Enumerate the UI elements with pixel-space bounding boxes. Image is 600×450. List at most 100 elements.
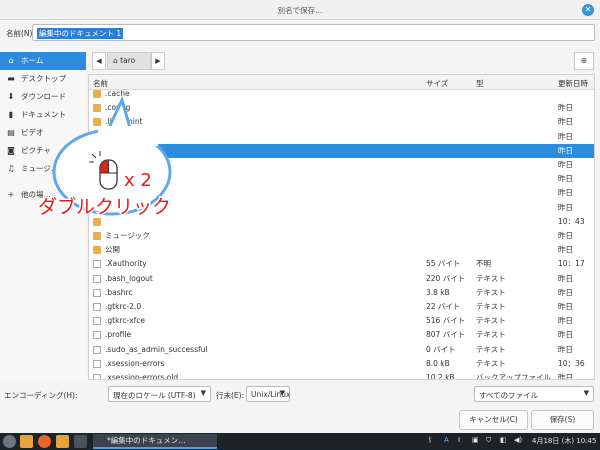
file-date: 昨日 <box>558 188 573 198</box>
chevron-right-icon: ▶ <box>155 57 161 65</box>
file-date: 昨日 <box>558 131 573 141</box>
sidebar-item-documents[interactable]: ▮ ドキュメント <box>0 106 86 124</box>
file-row[interactable]: 10：43 <box>89 215 594 229</box>
new-folder-icon: ⊕ <box>580 56 588 65</box>
file-row[interactable]: 昨日 <box>89 172 594 186</box>
file-row[interactable]: .xsession-errors.old 10.2 kB バックアップファイル 昨日 <box>89 371 594 380</box>
filename-input[interactable]: 編集中のドキュメント 1 <box>32 24 595 41</box>
file-date: 10：43 <box>558 216 585 226</box>
sidebar-item-label: ミュージ… <box>21 164 59 173</box>
text-icon[interactable]: Ⅰ <box>458 436 460 444</box>
sidebar-item-label: ドキュメント <box>21 110 66 119</box>
file-size: 22 バイト <box>426 302 461 311</box>
file-date: 10：17 <box>558 259 585 269</box>
file-row[interactable]: ミュージック 昨日 <box>89 229 594 243</box>
sidebar-item-label: デスクトップ <box>21 74 66 83</box>
sidebar-item-other-locations[interactable]: + 他の場… <box>0 186 86 204</box>
file-row[interactable]: .xsession-errors 8.0 kB テキスト 10：36 <box>89 357 594 371</box>
file-type: テキスト <box>476 273 506 283</box>
sidebar-item-pictures[interactable]: ◙ ピクチャ <box>0 142 86 160</box>
file-icon <box>93 331 101 340</box>
folder-icon <box>93 118 101 127</box>
file-date: 昨日 <box>558 145 573 155</box>
file-icon <box>93 303 101 311</box>
name-label: 名前(N): <box>6 29 35 38</box>
file-manager-icon[interactable] <box>20 435 33 448</box>
close-icon[interactable]: ✕ <box>582 4 594 16</box>
file-name: .xsession-errors <box>105 358 165 368</box>
sidebar-item-home[interactable]: ⌂ ホーム <box>0 52 86 70</box>
document-icon: ▮ <box>8 110 14 119</box>
file-row[interactable]: 昨日 <box>89 201 594 215</box>
file-row[interactable]: 昨日 <box>89 143 594 158</box>
taskbar-window-button[interactable]: *編集中のドキュメン… <box>93 434 217 449</box>
video-icon: ▤ <box>7 128 15 137</box>
file-size: 55 バイト <box>426 259 461 269</box>
clock[interactable]: 4月18日 (木) 10:45 <box>532 436 596 446</box>
folder-icon[interactable] <box>56 435 69 448</box>
file-row[interactable]: .Xauthority 55 バイト 不明 10：17 <box>89 257 594 271</box>
sidebar-item-downloads[interactable]: ⬇ ダウンロード <box>0 88 86 106</box>
breadcrumb-label: taro <box>120 56 136 65</box>
terminal-icon[interactable] <box>74 435 87 448</box>
file-date: 昨日 <box>558 330 573 340</box>
sidebar-item-label: ダウンロード <box>21 92 66 101</box>
line-ending-select[interactable]: Unix/Linux ▼ <box>246 386 291 402</box>
file-row[interactable]: 昨日 <box>89 186 594 200</box>
file-type: テキスト <box>476 316 506 326</box>
browser-icon[interactable] <box>38 435 51 448</box>
save-button[interactable]: 保存(S) <box>531 410 594 430</box>
file-icon <box>93 345 101 354</box>
file-row[interactable]: .gtkrc-2.0 22 バイト テキスト 昨日 <box>89 300 594 314</box>
file-type: 不明 <box>476 259 491 269</box>
file-row[interactable]: .sudo_as_admin_successful 0 バイト テキスト 昨日 <box>89 343 594 357</box>
file-icon <box>93 260 101 269</box>
sidebar-item-desktop[interactable]: ▬ デスクトップ <box>0 70 86 88</box>
file-filter-select[interactable]: すべてのファイル ▼ <box>474 386 594 402</box>
sidebar-item-videos[interactable]: ▤ ビデオ <box>0 124 86 142</box>
chevron-down-icon: ▼ <box>279 389 285 397</box>
new-folder-button[interactable]: ⊕ <box>574 52 594 70</box>
encoding-select[interactable]: 現在のロケール (UTF-8) ▼ <box>108 386 211 402</box>
home-icon: ⌂ <box>8 56 14 65</box>
file-row[interactable]: 公開 昨日 <box>89 243 594 257</box>
menu-icon[interactable] <box>3 435 16 448</box>
back-button[interactable]: ◀ <box>92 52 106 70</box>
file-name: .linuxmint <box>105 117 143 127</box>
file-size: 516 バイト <box>426 316 466 326</box>
dialog-titlebar: 別名で保存... ✕ <box>0 0 600 20</box>
forward-button[interactable]: ▶ <box>151 52 165 70</box>
file-row[interactable]: 昨日 <box>89 158 594 172</box>
sidebar-item-music[interactable]: ♫ ミュージ… <box>0 160 86 178</box>
taskbar: *編集中のドキュメン… ᛒ A Ⅰ ▣ ⛉ ◧ ◀) 4月18日 (木) 10:… <box>0 433 600 450</box>
line-ending-label: 行末(E): <box>216 391 245 400</box>
shield-icon[interactable]: ⛉ <box>486 436 491 445</box>
file-row[interactable]: 昨日 <box>89 130 594 144</box>
name-row: 名前(N): 編集中のドキュメント 1 <box>0 22 600 44</box>
file-size: 10.2 kB <box>426 373 455 380</box>
file-row[interactable]: .gtkrc-xfce 516 バイト テキスト 昨日 <box>89 314 594 328</box>
input-method-indicator[interactable]: A <box>444 436 449 444</box>
folder-icon <box>93 132 101 141</box>
sidebar-item-label: ホーム <box>21 56 44 65</box>
file-row[interactable]: .bashrc 3.8 kB テキスト 昨日 <box>89 286 594 300</box>
file-list[interactable]: 名前 サイズ 型 更新日時 .cache .config 昨日 .linuxmint 昨… <box>88 74 595 380</box>
file-name: .Xauthority <box>105 259 147 269</box>
file-row[interactable]: .profile 807 バイト テキスト 昨日 <box>89 328 594 342</box>
file-name: .bashrc <box>105 287 133 297</box>
breadcrumb-home[interactable]: ⌂ taro <box>107 52 151 70</box>
file-date: 昨日 <box>558 117 573 127</box>
file-row[interactable]: .linuxmint 昨日 <box>89 115 594 129</box>
file-row[interactable]: .cache <box>89 87 594 101</box>
folder-icon <box>93 203 101 212</box>
volume-icon[interactable]: ◀) <box>514 436 522 444</box>
file-row[interactable]: .bash_logout 220 バイト テキスト 昨日 <box>89 272 594 286</box>
file-row[interactable]: .config 昨日 <box>89 101 594 115</box>
file-name: .bash_logout <box>105 273 153 283</box>
network-icon[interactable]: ◧ <box>500 436 507 444</box>
cancel-button[interactable]: キャンセル(C) <box>459 410 528 430</box>
bluetooth-icon[interactable]: ᛒ <box>428 436 432 444</box>
desktop-icon: ▬ <box>7 74 15 83</box>
file-date: 昨日 <box>558 160 573 169</box>
update-icon[interactable]: ▣ <box>472 436 479 444</box>
